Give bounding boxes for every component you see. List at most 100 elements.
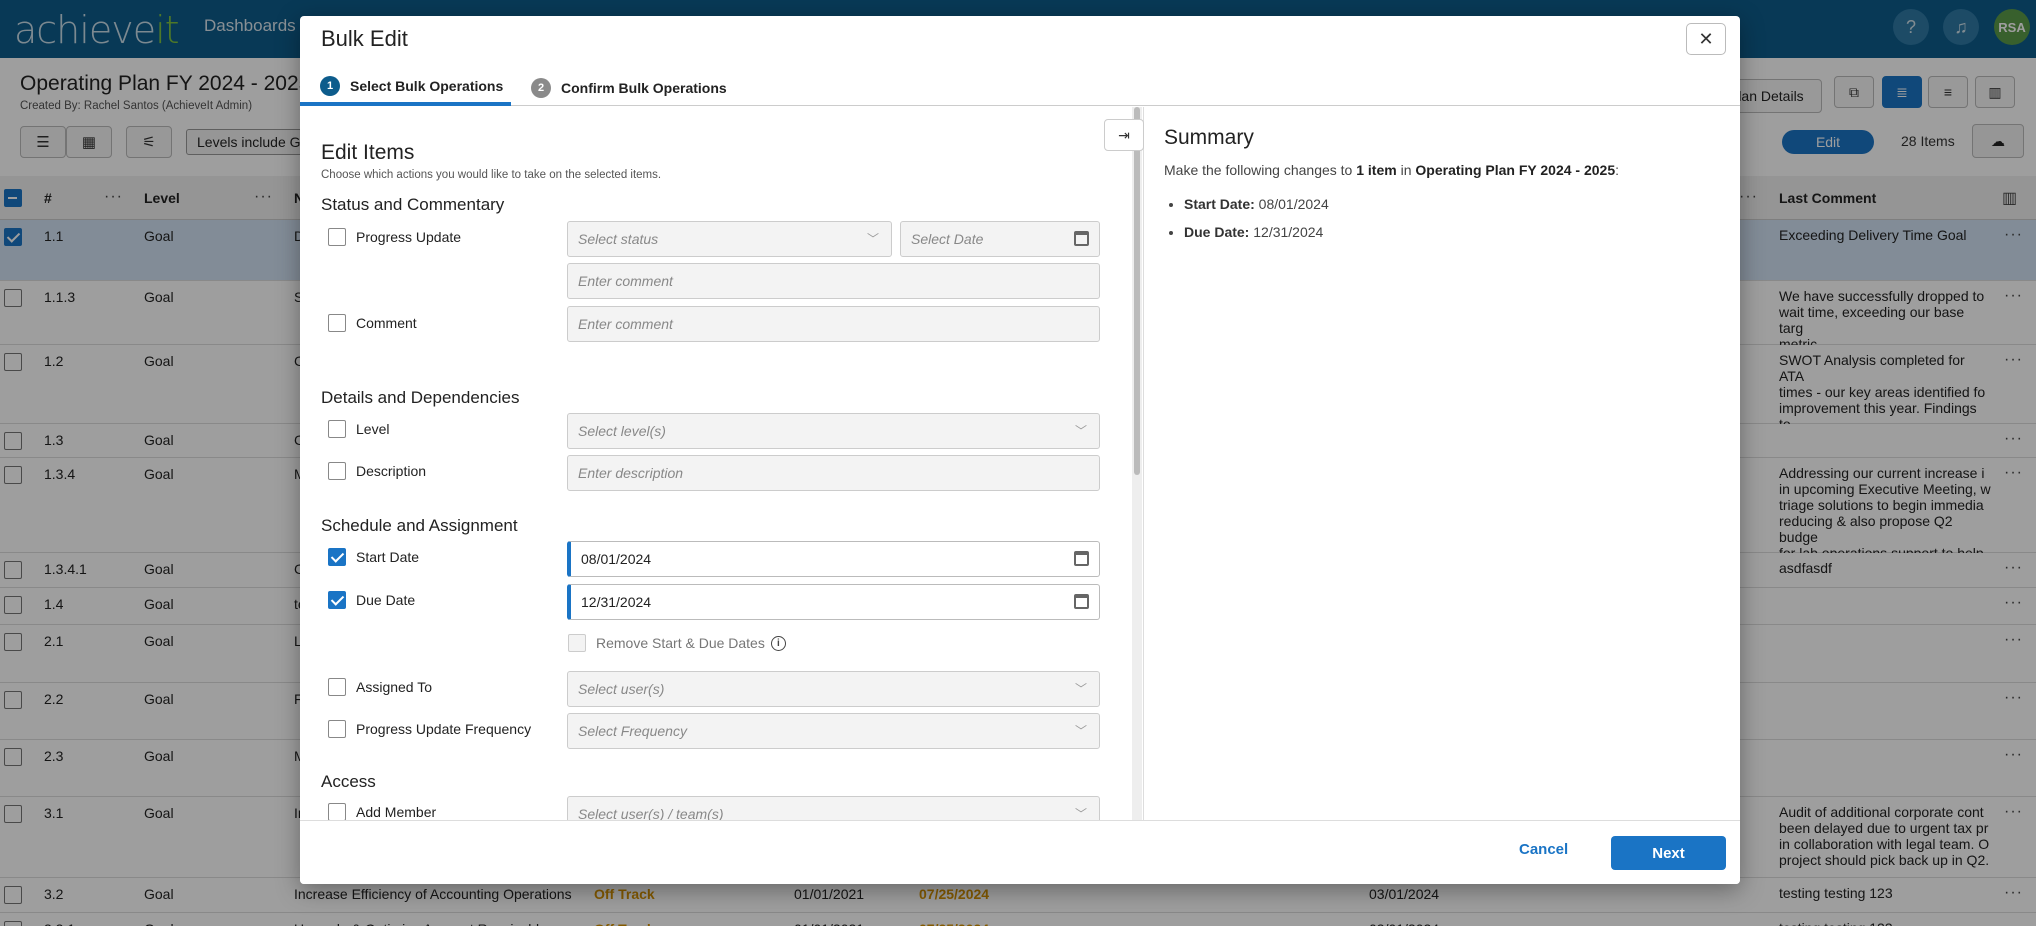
edit-items-title: Edit Items [321,141,415,164]
comment-field[interactable]: Enter comment [567,306,1100,342]
edit-items-pane: Edit Items Choose which actions you woul… [300,107,1142,820]
option-label: Comment [356,315,417,331]
start-date-option[interactable]: Start Date [328,548,419,566]
assigned-to-option[interactable]: Assigned To [328,678,432,696]
calendar-icon[interactable] [1074,231,1089,246]
placeholder: Select user(s) [578,681,665,697]
pane-divider [1143,107,1144,820]
summary-intro: Make the following changes to 1 item in … [1164,162,1724,178]
placeholder: Select Frequency [578,723,687,739]
tab-select-bulk-operations[interactable]: 1 Select Bulk Operations [320,76,503,96]
section-details-dependencies: Details and Dependencies [321,388,520,407]
description-checkbox[interactable] [328,462,346,480]
edit-pane-scrollbar[interactable] [1132,107,1142,820]
next-button[interactable]: Next [1611,836,1726,870]
assigned-to-select[interactable]: Select user(s) ﹀ [567,671,1100,707]
option-label: Level [356,421,390,437]
remove-dates-checkbox[interactable] [568,634,586,652]
progress-frequency-option[interactable]: Progress Update Frequency [328,720,531,738]
field-value: 12/31/2024 [581,594,652,610]
progress-date-field[interactable]: Select Date [900,221,1100,257]
summary-item-count: 1 item [1356,162,1397,178]
summary-title: Summary [1164,126,1254,149]
remove-dates-option[interactable]: Remove Start & Due Dates i [568,634,786,652]
option-label: Add Member [356,804,437,820]
option-label: Description [356,463,427,479]
option-label: Due Date [356,592,416,608]
active-tab-underline [300,102,511,106]
start-date-field[interactable]: 08/01/2024 [567,541,1100,577]
summary-change-item: Due Date: 12/31/2024 [1184,218,1724,246]
chevron-down-icon: ﹀ [866,232,879,246]
description-field[interactable]: Enter description [567,455,1100,491]
info-icon[interactable]: i [770,635,786,651]
option-label: Progress Update Frequency [356,721,532,737]
description-option[interactable]: Description [328,462,426,480]
calendar-icon[interactable] [1074,594,1089,609]
step-number-badge: 1 [320,76,340,96]
chevron-down-icon: ﹀ [1074,682,1087,696]
due-date-option[interactable]: Due Date [328,591,415,609]
placeholder: Enter description [578,465,684,481]
frequency-select[interactable]: Select Frequency ﹀ [567,713,1100,749]
summary-plan-name: Operating Plan FY 2024 - 2025 [1415,162,1616,178]
dialog-footer: Cancel Next [300,820,1740,884]
progress-update-checkbox[interactable] [328,228,346,246]
tab-label: Confirm Bulk Operations [561,80,727,96]
placeholder: Select Date [911,231,984,247]
summary-intro-text: : [1615,162,1619,178]
tab-confirm-bulk-operations[interactable]: 2 Confirm Bulk Operations [531,78,727,98]
option-label: Assigned To [356,679,433,695]
placeholder: Select user(s) / team(s) [578,806,724,820]
field-value: 08/01/2024 [581,551,652,567]
level-option[interactable]: Level [328,420,389,438]
summary-panel: Summary Make the following changes to 1 … [1164,126,1724,246]
section-status-commentary: Status and Commentary [321,195,505,214]
placeholder: Enter comment [578,273,673,289]
add-member-option[interactable]: Add Member [328,803,436,820]
start-date-checkbox[interactable] [328,548,346,566]
summary-intro-text: Make the following changes to [1164,162,1357,178]
change-label: Start Date: [1184,196,1255,212]
cancel-button[interactable]: Cancel [1519,841,1568,858]
level-select[interactable]: Select level(s) ﹀ [567,413,1100,449]
option-label: Start Date [356,549,420,565]
summary-changes-list: Start Date: 08/01/2024 Due Date: 12/31/2… [1164,190,1724,246]
change-value: 08/01/2024 [1254,196,1329,212]
tab-label: Select Bulk Operations [350,78,504,94]
comment-checkbox[interactable] [328,314,346,332]
comment-option[interactable]: Comment [328,314,417,332]
change-label: Due Date: [1184,224,1250,240]
add-member-checkbox[interactable] [328,803,346,820]
progress-update-option[interactable]: Progress Update [328,228,461,246]
summary-intro-text: in [1396,162,1416,178]
chevron-down-icon: ﹀ [1074,424,1087,438]
change-value: 12/31/2024 [1249,224,1324,240]
section-access: Access [321,772,376,791]
collapse-panel-icon[interactable]: ⇥ [1104,119,1144,151]
level-checkbox[interactable] [328,420,346,438]
placeholder: Enter comment [578,316,673,332]
option-label: Progress Update [356,229,462,245]
placeholder: Select status [578,231,659,247]
step-number-badge: 2 [531,78,551,98]
progress-frequency-checkbox[interactable] [328,720,346,738]
step-tabs: 1 Select Bulk Operations 2 Confirm Bulk … [300,68,1740,106]
chevron-down-icon: ﹀ [1074,807,1087,820]
close-icon[interactable]: ✕ [1686,23,1726,55]
status-select[interactable]: Select status ﹀ [567,221,892,257]
section-schedule-assignment: Schedule and Assignment [321,516,518,535]
calendar-icon[interactable] [1074,551,1089,566]
placeholder: Select level(s) [578,423,666,439]
assigned-to-checkbox[interactable] [328,678,346,696]
chevron-down-icon: ﹀ [1074,724,1087,738]
progress-comment-field[interactable]: Enter comment [567,263,1100,299]
option-label: Remove Start & Due Dates [596,635,765,651]
bulk-edit-dialog: Bulk Edit ✕ 1 Select Bulk Operations 2 C… [300,16,1740,884]
summary-change-item: Start Date: 08/01/2024 [1184,190,1724,218]
due-date-field[interactable]: 12/31/2024 [567,584,1100,620]
dialog-title: Bulk Edit [321,26,408,51]
due-date-checkbox[interactable] [328,591,346,609]
add-member-select[interactable]: Select user(s) / team(s) ﹀ [567,796,1100,820]
scrollbar-thumb[interactable] [1134,107,1140,475]
